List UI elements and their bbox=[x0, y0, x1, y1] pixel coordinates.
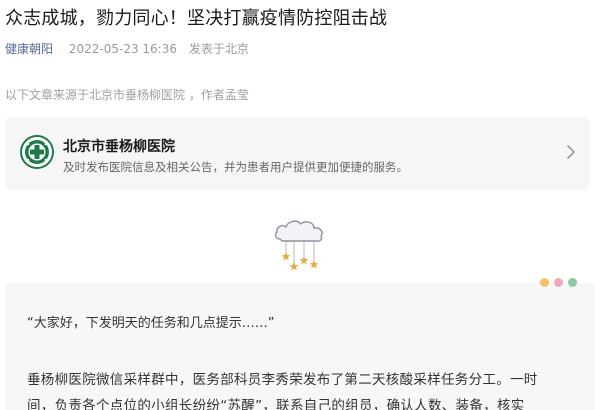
publish-location: 发表于北京 bbox=[188, 42, 249, 56]
dot-yellow bbox=[540, 278, 549, 287]
content-box: “大家好，下发明天的任务和几点提示……” 垂杨柳医院微信采样群中，医务部科员李秀… bbox=[5, 283, 595, 410]
chevron-right-icon bbox=[567, 145, 575, 159]
article-meta: 健康朝阳 2022-05-23 16:36 发表于北京 bbox=[5, 40, 249, 57]
dot-green bbox=[568, 278, 577, 287]
dot-pink bbox=[554, 278, 563, 287]
decorative-dots bbox=[540, 278, 580, 288]
article-title: 众志成城，勠力同心！坚决打赢疫情防控阻击战 bbox=[5, 8, 388, 29]
cloud-stars-icon bbox=[274, 220, 323, 271]
paragraph-line: 垂杨柳医院微信采样群中，医务部科员李秀荣发布了第二天核酸采样任务分工。一时 bbox=[27, 372, 538, 388]
paragraph-line: 间，负责各个点位的小组长纷纷“苏醒”，联系自己的组员，确认人数、装备，核实 bbox=[27, 398, 525, 410]
article-page: 众志成城，勠力同心！坚决打赢疫情防控阻击战 健康朝阳 2022-05-23 16… bbox=[0, 0, 600, 410]
source-account-card[interactable]: 北京市垂杨柳医院 及时发布医院信息及相关公告，并为患者用户提供更加便捷的服务。 bbox=[5, 117, 590, 190]
card-account-name: 北京市垂杨柳医院 bbox=[63, 139, 175, 155]
hospital-logo-icon bbox=[20, 135, 54, 169]
card-account-description: 及时发布医院信息及相关公告，并为患者用户提供更加便捷的服务。 bbox=[63, 160, 408, 174]
account-link[interactable]: 健康朝阳 bbox=[5, 42, 53, 56]
quote-text: “大家好，下发明天的任务和几点提示……” bbox=[27, 316, 275, 331]
source-note: 以下文章来源于北京市垂杨柳医院 ，作者孟莹 bbox=[5, 88, 249, 102]
publish-date: 2022-05-23 16:36 bbox=[68, 42, 177, 56]
